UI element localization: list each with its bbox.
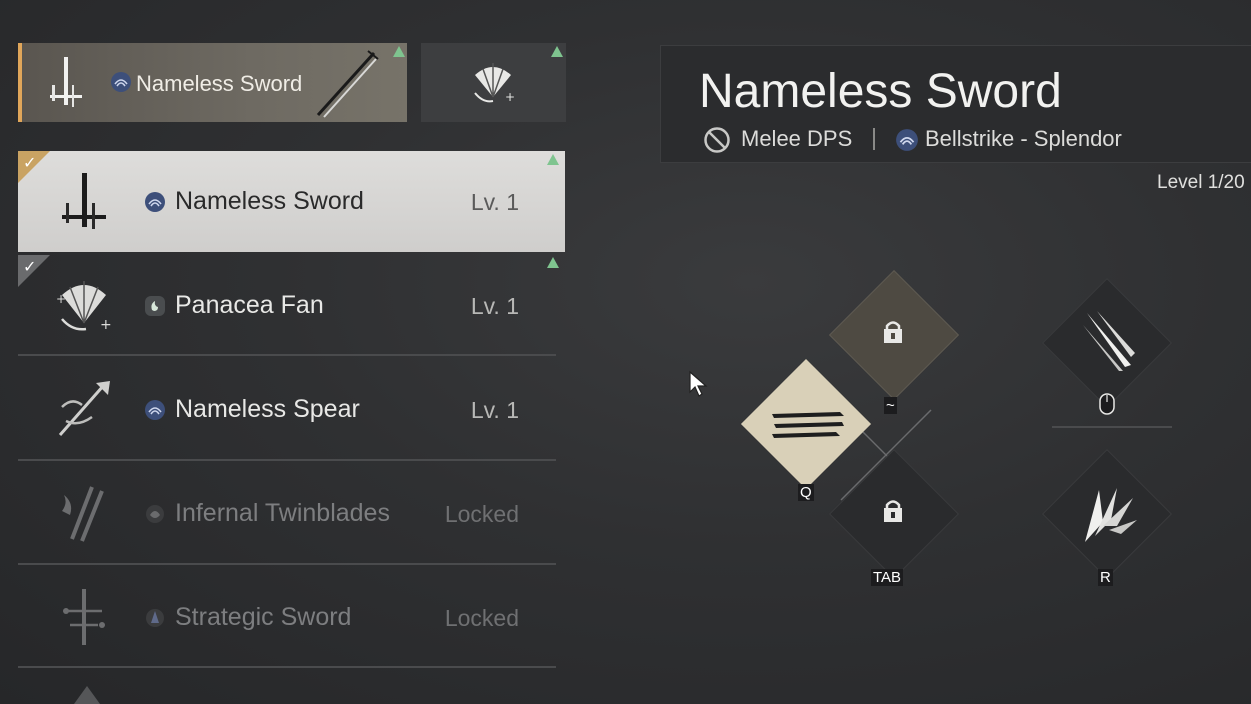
partial-weapon-icon [74,686,100,704]
weapon-name: Nameless Sword [175,187,364,215]
keybind-tilde: ~ [884,397,897,414]
weapon-level: Lv. 1 [470,397,519,423]
equipped-weapon-name: Nameless Sword [136,71,303,96]
weapon-martial-path: Bellstrike - Splendor [925,126,1122,151]
skill-slot-tilde[interactable] [828,269,960,401]
equipped-secondary-weapon-slot[interactable]: + [421,43,566,122]
weapon-name: Infernal Twinblades [175,499,390,527]
svg-text:+: + [505,90,515,104]
skill-slot-q[interactable] [740,358,872,490]
weapon-level-progress: Level 1/20 [1157,172,1245,193]
thrust-skill-icon [1083,311,1135,371]
list-divider [18,354,556,356]
skill-slot-mouse[interactable] [1041,277,1173,409]
mouse-cursor-icon [689,370,708,397]
skill-slot-tab[interactable] [828,448,960,580]
upgrade-available-arrow-icon [393,46,405,57]
weapon-role: Melee DPS [741,126,853,151]
list-divider [18,459,556,461]
weapon-locked-status: Locked [444,605,519,631]
weapon-name: Nameless Spear [175,395,360,423]
fan-weapon-icon: + + [56,281,112,333]
bellstrike-path-icon [145,192,165,212]
strategic-sword-weapon-icon [63,589,105,645]
keybind-tab: TAB [871,569,904,586]
mouse-button-icon [1099,393,1115,415]
svg-text:+: + [100,317,112,333]
spear-weapon-icon [58,381,110,436]
weapon-locked-status: Locked [444,501,519,527]
skill-slot-r[interactable] [1041,448,1173,580]
equipped-main-weapon-slot[interactable]: Nameless Sword [18,43,407,122]
bellstrike-path-icon [145,400,165,420]
weapon-detail-title: Nameless Sword [699,65,1062,118]
bellstrike-path-icon [111,72,131,92]
weapon-name: Strategic Sword [175,603,352,631]
lock-icon [884,500,902,522]
sword-weapon-icon [50,57,82,107]
weapon-level: Lv. 1 [470,189,519,215]
header-divider [873,128,875,150]
weapon-list-item-strategic-sword[interactable]: Strategic Sword Locked [18,567,565,667]
slash-skill-icon [772,412,844,438]
lock-icon [884,321,902,343]
stonesplit-path-icon [146,609,164,627]
healing-path-icon [145,296,165,316]
weapon-list-item-infernal-twinblades[interactable]: Infernal Twinblades Locked [18,463,565,563]
weapon-list-item-nameless-sword[interactable]: ✓ Nameless Sword Lv. 1 [18,151,565,252]
keybind-q: Q [798,484,814,501]
weapon-level: Lv. 1 [470,293,519,319]
fan-weapon-icon: + [474,63,515,104]
upgrade-available-arrow-icon [551,46,563,57]
twinblades-weapon-icon [62,486,104,542]
check-icon: ✓ [23,257,37,276]
melee-role-icon [704,127,730,153]
silkbind-path-icon [146,505,164,523]
skill-divider [1052,426,1172,428]
weapon-list-item-panacea-fan[interactable]: ✓ + + Panacea Fan Lv. 1 [18,255,565,355]
upgrade-available-arrow-icon [547,257,559,268]
burst-skill-icon [1085,488,1137,542]
bellstrike-path-icon [896,129,918,151]
svg-text:+: + [56,292,66,306]
weapon-name: Panacea Fan [175,291,324,319]
sword-weapon-icon [62,173,106,229]
weapon-list-item-nameless-spear[interactable]: Nameless Spear Lv. 1 [18,359,565,459]
upgrade-available-arrow-icon [547,154,559,165]
list-divider [18,563,556,565]
sword-blade-icon [316,50,379,118]
keybind-r: R [1098,569,1113,586]
check-icon: ✓ [23,153,37,172]
list-divider [18,666,556,668]
weapon-detail-header: Nameless Sword Melee DPS Bellstrike - Sp… [660,45,1251,163]
